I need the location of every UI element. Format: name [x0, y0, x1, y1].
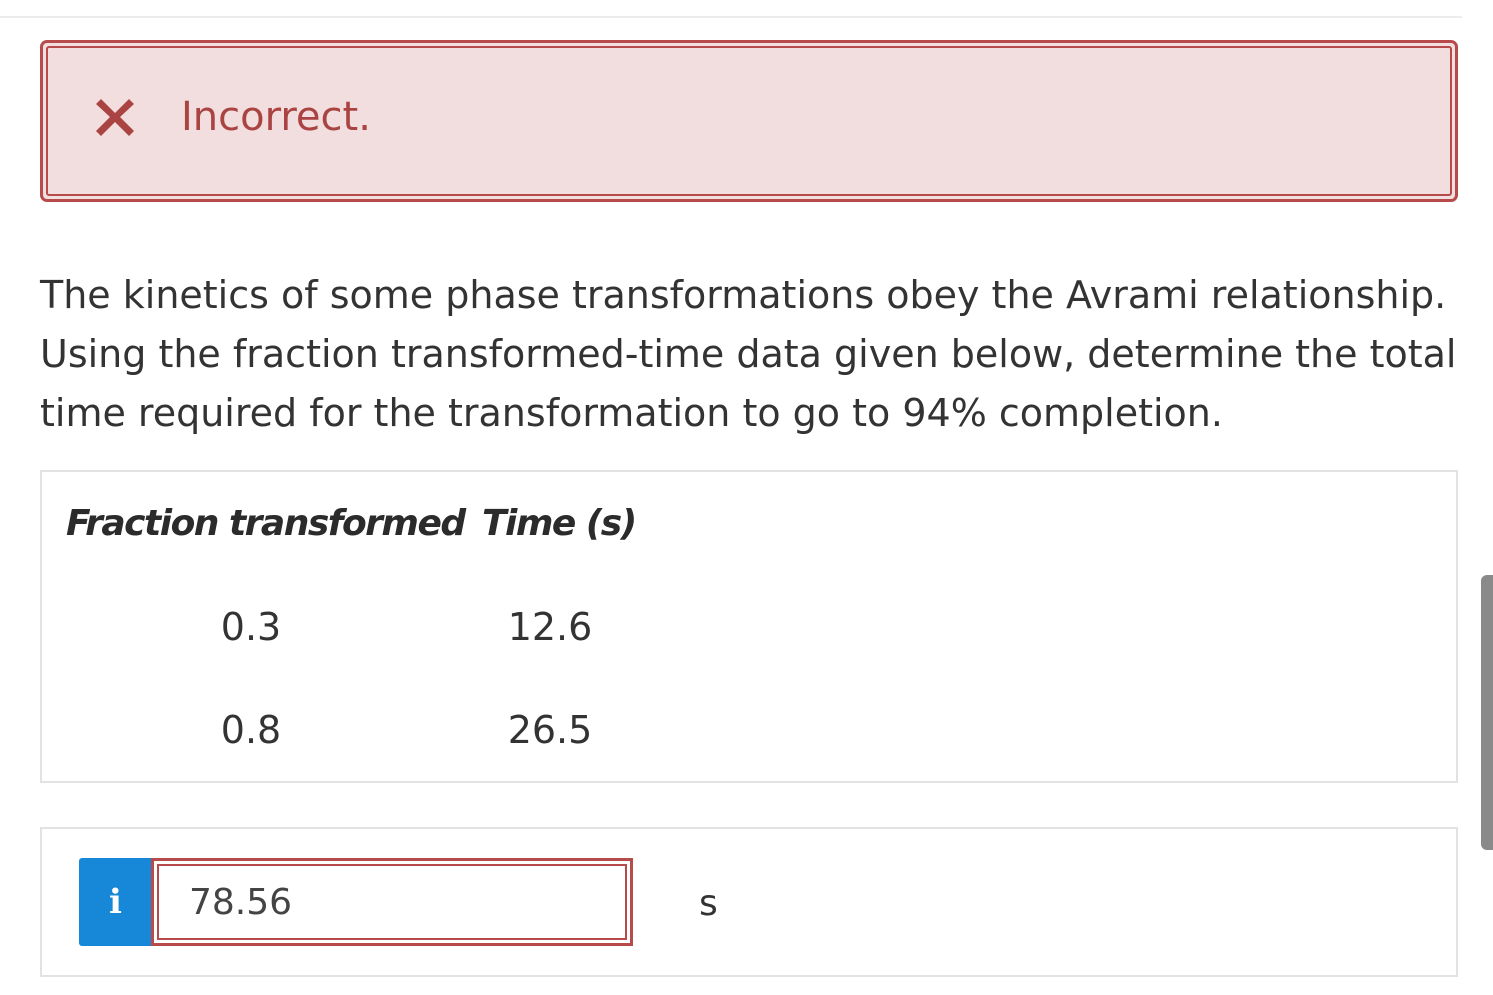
data-table: Fraction transformed Time (s) 0.3 12.6 0… — [40, 470, 1458, 783]
table-header-time: Time (s) — [482, 503, 637, 544]
feedback-status-text: Incorrect. — [181, 94, 371, 140]
info-icon[interactable]: i — [79, 858, 152, 946]
table-cell-time: 12.6 — [507, 605, 593, 649]
scrollbar-thumb[interactable] — [1481, 575, 1493, 850]
table-cell-time: 26.5 — [507, 708, 593, 752]
table-cell-fraction: 0.3 — [220, 605, 282, 649]
table-header-fraction: Fraction transformed — [66, 503, 466, 544]
answer-input[interactable]: 78.56 — [151, 858, 633, 946]
question-text: The kinetics of some phase transformatio… — [40, 273, 1457, 435]
answer-input-value: 78.56 — [189, 882, 293, 923]
close-icon — [96, 99, 134, 136]
top-divider — [0, 0, 1462, 18]
answer-unit: s — [699, 883, 718, 924]
table-cell-fraction: 0.8 — [220, 708, 282, 752]
answer-panel: i 78.56 s — [40, 827, 1458, 977]
feedback-alert: Incorrect. — [40, 40, 1458, 202]
